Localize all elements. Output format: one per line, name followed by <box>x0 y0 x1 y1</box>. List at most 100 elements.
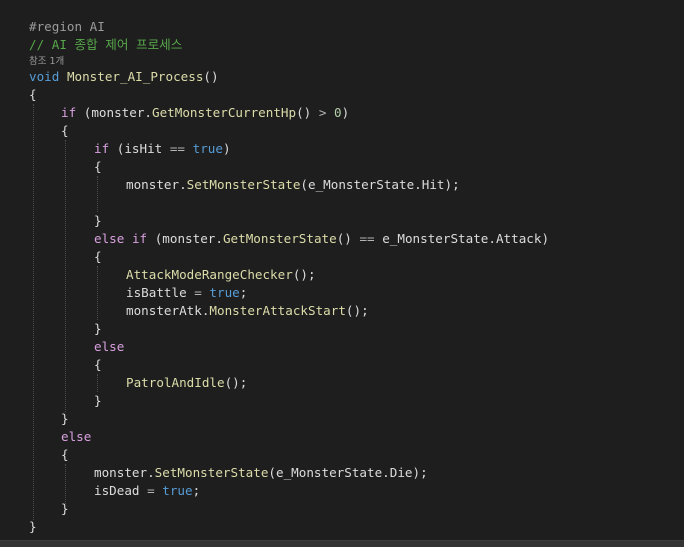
code-line[interactable]: monsterAtk.MonsterAttackStart(); <box>29 302 549 320</box>
enum-member[interactable]: Attack <box>496 231 542 246</box>
code-line[interactable]: { <box>29 248 549 266</box>
method-call[interactable]: GetMonsterState <box>223 231 337 246</box>
code-line[interactable]: { <box>29 122 549 140</box>
operator: == <box>162 141 193 156</box>
punct: () <box>296 105 312 120</box>
punct: . <box>414 177 422 192</box>
code-line[interactable]: else <box>29 338 549 356</box>
close-brace: } <box>94 393 102 408</box>
code-line[interactable]: else if (monster.GetMonsterState() == e_… <box>29 230 549 248</box>
method-call[interactable]: PatrolAndIdle <box>126 375 225 390</box>
keyword-true: true <box>209 285 240 300</box>
parens: () <box>203 69 219 84</box>
code-line[interactable]: } <box>29 518 549 536</box>
code-line[interactable]: monster.SetMonsterState(e_MonsterState.D… <box>29 464 549 482</box>
punct: ( <box>76 105 92 120</box>
punct: ( <box>147 231 163 246</box>
code-line[interactable]: { <box>29 86 549 104</box>
punct: (); <box>224 375 248 390</box>
enum-type[interactable]: e_MonsterState <box>276 465 382 480</box>
open-brace: { <box>94 249 102 264</box>
keyword-true: true <box>162 483 193 498</box>
method-call[interactable]: AttackModeRangeChecker <box>126 267 293 282</box>
keyword-if: if <box>131 231 148 246</box>
identifier[interactable]: isDead <box>94 483 140 498</box>
punct: . <box>215 231 223 246</box>
references-codelens[interactable]: 참조 1개 <box>29 56 64 67</box>
code-editor[interactable]: #region AI // AI 종합 제어 프로세스 참조 1개 void M… <box>0 0 684 540</box>
keyword-else: else <box>94 231 125 246</box>
close-brace: } <box>94 213 102 228</box>
identifier[interactable]: monsterAtk <box>126 303 202 318</box>
punct: . <box>144 105 153 120</box>
code-line[interactable]: if (isHit == true) <box>29 140 549 158</box>
code-line[interactable]: } <box>29 500 549 518</box>
punct: ) <box>222 141 231 156</box>
code-line[interactable]: AttackModeRangeChecker(); <box>29 266 549 284</box>
punct: ) <box>341 105 350 120</box>
punct: ; <box>239 285 248 300</box>
code-line[interactable]: } <box>29 392 549 410</box>
code-line[interactable]: else <box>29 428 549 446</box>
identifier[interactable]: monster <box>91 105 144 120</box>
code-line[interactable]: void Monster_AI_Process() <box>29 68 549 86</box>
punct: ( <box>268 465 276 480</box>
method-call[interactable]: GetMonsterCurrentHp <box>152 105 296 120</box>
enum-member[interactable]: Hit <box>422 177 445 192</box>
keyword-true: true <box>192 141 223 156</box>
codelens-line: 참조 1개 <box>29 54 549 68</box>
punct: ( <box>300 177 308 192</box>
punct: ); <box>412 465 428 480</box>
code-line[interactable]: // AI 종합 제어 프로세스 <box>29 36 549 54</box>
code-line[interactable]: PatrolAndIdle(); <box>29 374 549 392</box>
identifier[interactable]: isHit <box>124 141 162 156</box>
code-line[interactable]: { <box>29 446 549 464</box>
punct: . <box>382 465 390 480</box>
code-line[interactable]: isDead = true; <box>29 482 549 500</box>
code-line[interactable]: #region AI <box>29 18 549 36</box>
open-brace: { <box>94 159 102 174</box>
close-brace: } <box>94 321 102 336</box>
punct: . <box>488 231 496 246</box>
keyword-else: else <box>94 339 125 354</box>
horizontal-scrollbar[interactable] <box>0 540 684 547</box>
identifier[interactable]: monster <box>162 231 215 246</box>
punct: . <box>147 465 155 480</box>
enum-type[interactable]: e_MonsterState <box>308 177 414 192</box>
code-lines: #region AI // AI 종합 제어 프로세스 참조 1개 void M… <box>29 18 549 536</box>
identifier[interactable]: isBattle <box>126 285 187 300</box>
number-literal: 0 <box>334 105 342 120</box>
method-call[interactable]: MonsterAttackStart <box>209 303 345 318</box>
punct: . <box>179 177 187 192</box>
code-line[interactable]: monster.SetMonsterState(e_MonsterState.H… <box>29 176 549 194</box>
code-line[interactable]: } <box>29 410 549 428</box>
code-line[interactable]: } <box>29 320 549 338</box>
close-brace: } <box>61 501 69 516</box>
open-brace: { <box>29 87 37 102</box>
code-line[interactable]: if (monster.GetMonsterCurrentHp() > 0) <box>29 104 549 122</box>
punct: ; <box>192 483 201 498</box>
code-line[interactable]: { <box>29 356 549 374</box>
punct: ); <box>444 177 460 192</box>
keyword-else: else <box>61 429 92 444</box>
close-brace: } <box>29 519 37 534</box>
comment: // AI 종합 제어 프로세스 <box>29 37 183 52</box>
operator: = <box>186 285 210 300</box>
punct: ( <box>109 141 125 156</box>
method-call[interactable]: SetMonsterState <box>187 177 301 192</box>
method-name[interactable]: Monster_AI_Process <box>67 69 203 84</box>
punct: (); <box>292 267 316 282</box>
open-brace: { <box>94 357 102 372</box>
enum-member[interactable]: Die <box>390 465 413 480</box>
code-line[interactable]: } <box>29 212 549 230</box>
enum-type[interactable]: e_MonsterState <box>382 231 488 246</box>
identifier[interactable]: monster <box>126 177 179 192</box>
region-directive[interactable]: #region AI <box>29 19 105 34</box>
identifier[interactable]: monster <box>94 465 147 480</box>
operator: > <box>311 105 334 120</box>
code-line[interactable]: isBattle = true; <box>29 284 549 302</box>
code-line[interactable]: { <box>29 158 549 176</box>
method-call[interactable]: SetMonsterState <box>155 465 269 480</box>
operator: = <box>139 483 163 498</box>
blank-line[interactable] <box>29 194 549 212</box>
